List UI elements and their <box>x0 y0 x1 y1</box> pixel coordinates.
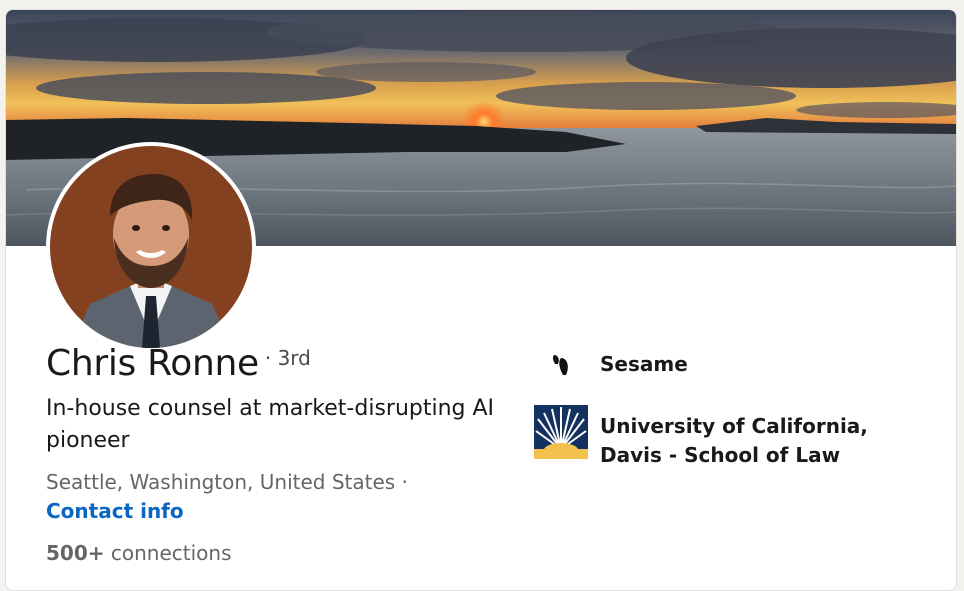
education-uc-davis[interactable]: University of California, Davis - School… <box>534 405 920 470</box>
connection-degree: · 3rd <box>264 346 311 370</box>
profile-card: Chris Ronne · 3rd In-house counsel at mar… <box>5 9 957 591</box>
current-company-sesame[interactable]: Sesame <box>534 338 920 392</box>
school-name: University of California, Davis - School… <box>600 414 868 467</box>
connections-label: connections <box>110 541 232 565</box>
profile-headline: In-house counsel at market-disrupting AI… <box>46 396 495 453</box>
contact-info-link[interactable]: Contact info <box>46 499 184 523</box>
profile-photo[interactable] <box>46 142 256 352</box>
name-row: Chris Ronne · 3rd <box>46 343 311 384</box>
profile-name: Chris Ronne <box>46 343 259 384</box>
sesame-logo-icon <box>534 338 588 392</box>
profile-location: Seattle, Washington, United States · <box>46 470 408 494</box>
company-name: Sesame <box>600 352 688 376</box>
connections-number: 500+ <box>46 541 105 565</box>
connections-count[interactable]: 500+ connections <box>46 541 232 565</box>
uc-davis-law-logo-icon <box>534 405 588 459</box>
